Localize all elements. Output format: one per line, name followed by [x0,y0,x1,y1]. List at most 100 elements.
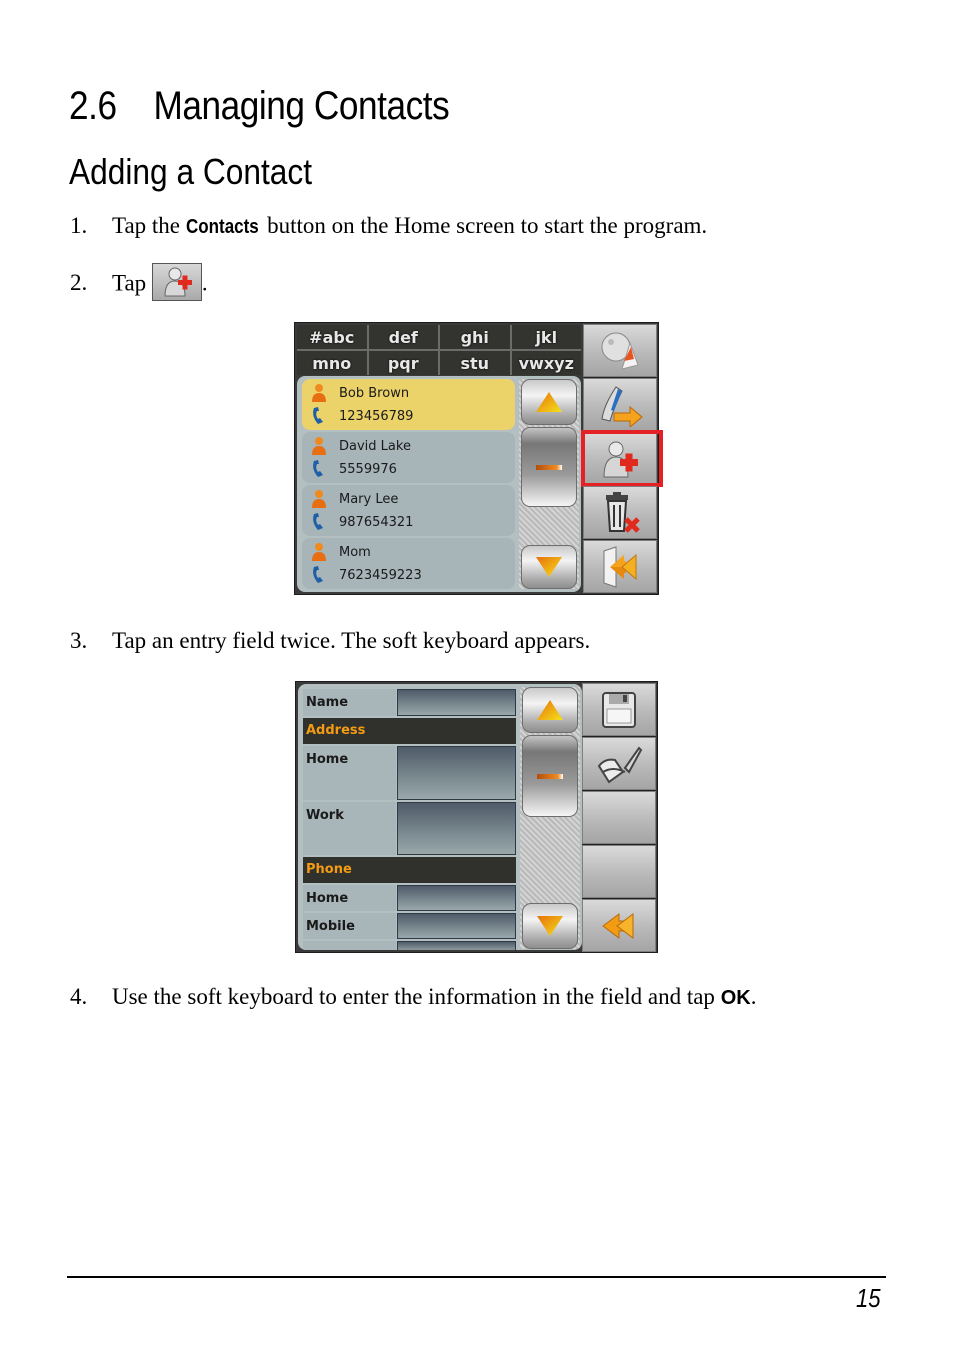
section-heading: 2.6 Managing Contacts [69,84,450,129]
step-number: 2. [70,270,88,296]
key-abc[interactable]: #abc [297,325,367,349]
empty-button-2 [582,845,656,898]
form-row-phone-home: Home [303,885,516,911]
contact-list: Bob Brown 123456789 David Lake 5559976 M… [297,376,581,592]
arrow-up-icon [536,392,562,412]
phone-home-field[interactable] [397,885,516,911]
scroll-up-button[interactable] [522,687,578,733]
delete-contact-button[interactable] [583,486,657,539]
contact-name: Mary Lee [339,491,399,507]
add-contact-button[interactable] [581,430,663,487]
step-number: 4. [70,984,88,1009]
phone-icon [308,511,330,533]
edit-icon [597,745,643,783]
name-field[interactable] [397,689,516,716]
exit-button[interactable] [583,540,657,593]
footer-rule [67,1276,886,1278]
edit-toolbar [582,683,656,952]
section-number: 2.6 [69,84,117,128]
contact-form: Name Address Home Work Phone Home Mobile [298,684,582,950]
contact-item[interactable]: Bob Brown 123456789 [302,379,515,430]
scrollbar[interactable] [519,379,579,589]
contact-name: Bob Brown [339,385,410,401]
back-button[interactable] [582,899,656,952]
step-4: 4. Use the soft keyboard to enter the inf… [70,984,756,1010]
contacts-screen: #abc def ghi jkl mno pqr stu vwxyz Bob B… [294,322,663,595]
contact-phone: 987654321 [339,514,414,530]
step-3: 3. Tap an entry field twice. The soft key… [70,628,590,654]
back-icon [602,912,634,939]
page-number: 15 [856,1283,881,1313]
step-text: button on the Home screen to start the p… [261,213,708,238]
empty-button-1 [582,791,656,844]
form-row-phone-mobile: Mobile [303,913,516,939]
scroll-up-button[interactable] [521,379,577,425]
key-jkl[interactable]: jkl [511,325,581,349]
phone-icon [308,405,330,427]
contact-item[interactable]: David Lake 5559976 [302,432,515,483]
field-label [303,941,396,950]
step-number: 3. [70,628,88,653]
subsection-heading: Adding a Contact [69,151,313,192]
field-label: Mobile [303,913,396,939]
save-icon [602,691,636,728]
scroll-thumb[interactable] [521,427,577,507]
scroll-thumb[interactable] [522,735,578,817]
step-2: 2. Tap . [70,263,208,304]
section-title: Managing Contacts [153,84,450,128]
contact-item[interactable]: Mary Lee 987654321 [302,485,515,536]
contact-phone: 7623459223 [339,567,422,583]
step-text: . [201,270,208,296]
scroll-down-button[interactable] [522,903,578,949]
scrollbar[interactable] [520,687,580,949]
person-icon [308,541,330,563]
key-pqr[interactable]: pqr [368,351,438,375]
step-text: Tap [112,270,152,296]
field-label: Name [303,689,396,716]
contact-name: Mom [339,544,371,560]
field-label: Home [303,885,396,911]
edit-button[interactable] [582,737,656,790]
form-row-partial [303,941,516,950]
field-label: Home [303,746,396,800]
key-stu[interactable]: stu [440,351,510,375]
section-header-address: Address [303,718,516,744]
step-text: Tap the [112,213,186,238]
next-field[interactable] [397,941,516,950]
key-vwxyz[interactable]: vwxyz [511,351,581,375]
phone-mobile-field[interactable] [397,913,516,939]
arrow-down-icon [536,557,562,577]
call-contact-button[interactable] [583,378,657,431]
section-header-phone: Phone [303,857,516,883]
person-icon [308,382,330,404]
alphabet-keypad: #abc def ghi jkl mno pqr stu vwxyz [297,325,581,375]
key-mno[interactable]: mno [297,351,367,375]
key-def[interactable]: def [368,325,438,349]
exit-icon [603,545,637,588]
arrow-down-icon [537,916,563,936]
ui-term-ok: OK [720,987,751,1009]
step-text: . [750,984,757,1009]
contact-item[interactable]: Mom 7623459223 [302,538,515,589]
key-ghi[interactable]: ghi [440,325,510,349]
phone-icon [308,564,330,586]
delete-contact-icon [606,491,640,533]
field-label: Work [303,802,396,855]
step-1: 1. Tap the Contacts button on the Home sc… [70,213,707,239]
form-row-address-home: Home [303,746,516,800]
contact-phone: 123456789 [339,408,414,424]
contact-name: David Lake [339,438,411,454]
address-home-field[interactable] [397,746,516,800]
contacts-toolbar [581,324,663,593]
arrow-up-icon [537,700,563,720]
save-button[interactable] [582,683,656,736]
person-icon [308,435,330,457]
ui-term-contacts: Contacts [185,216,259,238]
address-work-field[interactable] [397,802,516,855]
form-row-name: Name [303,689,516,716]
scroll-down-button[interactable] [521,545,577,589]
step-text: Tap an entry field twice. The soft keybo… [112,628,591,653]
navigate-to-contact-button[interactable] [583,324,657,377]
call-contact-icon [601,385,643,427]
person-icon [308,488,330,510]
